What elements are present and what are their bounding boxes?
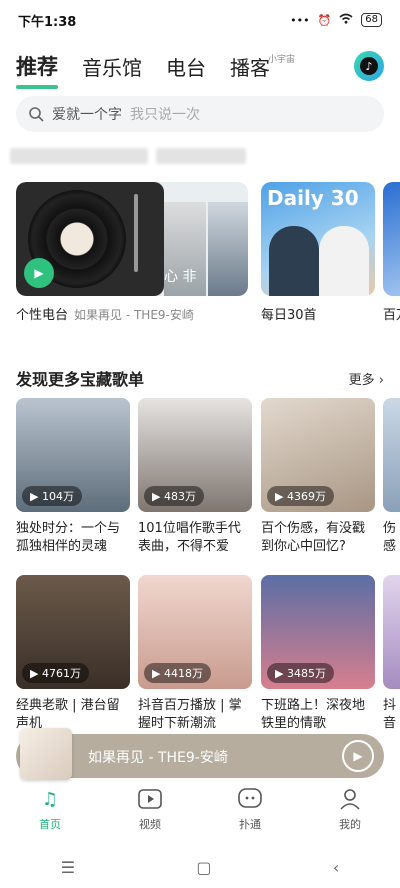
home-icon[interactable]: ▢ bbox=[196, 858, 211, 877]
artist-photo bbox=[269, 226, 319, 296]
daily-30-title: Daily 30 bbox=[267, 186, 359, 210]
personal-radio-song: 如果再见 - THE9-安崎 bbox=[74, 308, 194, 322]
playlist-card[interactable]: ▶ 4761万 经典老歌 | 港台留声机 bbox=[16, 575, 130, 733]
section-title: 发现更多宝藏歌单 bbox=[16, 370, 145, 389]
tab-putong[interactable]: 扑通 bbox=[200, 786, 300, 838]
system-nav-bar: ☰ ▢ ‹ bbox=[0, 846, 400, 888]
mini-player[interactable]: 如果再见 - THE9-安崎 ▶ bbox=[16, 728, 384, 780]
playlist-cover: ▶ 4418万 bbox=[138, 575, 252, 689]
play-count: 4418万 bbox=[163, 667, 203, 680]
blurred-banner bbox=[10, 148, 260, 170]
playlist-card[interactable]: ▶ 104万 独处时分：一个与孤独相伴的灵魂 bbox=[16, 398, 130, 556]
play-count: 4369万 bbox=[286, 490, 326, 503]
tab-mine[interactable]: 我的 bbox=[300, 786, 400, 838]
chat-bubble-icon bbox=[237, 786, 263, 812]
personal-radio-card[interactable]: 心 非 ▶ bbox=[16, 182, 248, 296]
personal-radio-title: 个性电台 bbox=[16, 308, 69, 323]
person-icon bbox=[337, 786, 363, 812]
search-hint-primary: 爱就一个字 bbox=[52, 107, 122, 123]
play-count-badge: ▶ 4369万 bbox=[267, 486, 334, 506]
playlist-card[interactable]: 伤感曾经 bbox=[383, 398, 400, 556]
tab-video[interactable]: 视频 bbox=[100, 786, 200, 838]
tab-recommend[interactable]: 推荐 bbox=[16, 51, 58, 89]
playlist-card[interactable]: ▶ 4369万 百个伤感，有没戳到你心中回忆? bbox=[261, 398, 375, 556]
more-dots-icon: ••• bbox=[290, 13, 310, 27]
next-featured-card[interactable] bbox=[383, 182, 400, 296]
playlist-name: 抖音百万播放 | 掌握时下新潮流 bbox=[138, 698, 242, 731]
music-recognize-button[interactable]: ♪ bbox=[354, 51, 384, 81]
search-placeholder: 我只说一次 bbox=[130, 107, 200, 123]
play-count: 4761万 bbox=[41, 667, 81, 680]
playlist-cover: ▶ 104万 bbox=[16, 398, 130, 512]
playlist-cover bbox=[383, 575, 400, 689]
playlist-name: 抖音M系 bbox=[383, 698, 397, 731]
artist-photo bbox=[319, 226, 369, 296]
more-link[interactable]: 更多 › bbox=[349, 369, 384, 388]
now-playing-title: 如果再见 - THE9-安崎 bbox=[88, 750, 228, 766]
back-icon[interactable]: ‹ bbox=[333, 858, 339, 877]
playlist-name: 下班路上！深夜地铁里的情歌 bbox=[261, 698, 366, 731]
play-count-badge: ▶ 104万 bbox=[22, 486, 82, 506]
tab-putong-label: 扑通 bbox=[239, 818, 261, 831]
tab-podcast[interactable]: 播客 bbox=[230, 52, 270, 81]
play-icon[interactable]: ▶ bbox=[24, 258, 54, 288]
cover-overlay-text: 心 非 bbox=[164, 269, 197, 285]
menu-icon[interactable]: ☰ bbox=[61, 858, 75, 877]
playlist-name: 伤感曾经 bbox=[383, 521, 397, 554]
playlist-name: 独处时分：一个与孤独相伴的灵魂 bbox=[16, 521, 121, 554]
play-count-badge: ▶ 3485万 bbox=[267, 663, 334, 683]
video-play-icon bbox=[137, 786, 163, 812]
podcast-brand-badge: 小宇宙 bbox=[268, 55, 296, 65]
now-playing-cover bbox=[20, 728, 72, 780]
playlist-name: 百个伤感，有没戳到你心中回忆? bbox=[261, 521, 366, 554]
more-label: 更多 bbox=[348, 372, 375, 388]
top-nav: 推荐 音乐馆 电台 播客 小宇宙 ♪ bbox=[16, 48, 384, 89]
chevron-right-icon: › bbox=[378, 372, 384, 388]
status-icons: ••• ⏰ 68 bbox=[290, 13, 382, 27]
play-count-badge: ▶ 483万 bbox=[144, 486, 204, 506]
playlist-cover: ▶ 3485万 bbox=[261, 575, 375, 689]
tab-music-hall[interactable]: 音乐馆 bbox=[82, 52, 142, 81]
play-count: 3485万 bbox=[286, 667, 326, 680]
playlist-cover: ▶ 4761万 bbox=[16, 575, 130, 689]
personal-radio-label: 个性电台 如果再见 - THE9-安崎 bbox=[16, 304, 194, 323]
status-time: 下午1:38 bbox=[18, 14, 77, 30]
artist-photo bbox=[208, 202, 248, 296]
tonearm-icon bbox=[134, 194, 138, 272]
play-count-badge: ▶ 4761万 bbox=[22, 663, 89, 683]
tab-home[interactable]: ♫ 首页 bbox=[0, 786, 100, 838]
tab-radio[interactable]: 电台 bbox=[166, 52, 206, 81]
playlist-cover: ▶ 483万 bbox=[138, 398, 252, 512]
section-header: 发现更多宝藏歌单 更多 › bbox=[16, 366, 384, 390]
play-icon: ▶ bbox=[353, 749, 363, 763]
alarm-icon: ⏰ bbox=[317, 13, 332, 27]
wifi-icon bbox=[339, 13, 353, 27]
playlist-card[interactable]: ▶ 483万 101位唱作歌手代表曲，不得不爱 bbox=[138, 398, 252, 556]
play-count-badge: ▶ 4418万 bbox=[144, 663, 211, 683]
tab-home-label: 首页 bbox=[39, 818, 61, 831]
play-count: 104万 bbox=[41, 490, 74, 503]
music-note-icon: ♫ bbox=[41, 788, 59, 810]
tab-video-label: 视频 bbox=[139, 818, 161, 831]
music-note-icon: ♪ bbox=[360, 57, 378, 75]
daily-30-card[interactable]: Daily 30 bbox=[261, 182, 375, 296]
featured-row: 心 非 ▶ Daily 30 个性电台 如果再见 - THE9-安崎 每日30首 … bbox=[16, 182, 400, 323]
search-icon bbox=[29, 107, 44, 122]
playlist-card[interactable]: ▶ 4418万 抖音百万播放 | 掌握时下新潮流 bbox=[138, 575, 252, 733]
playlist-cover bbox=[383, 398, 400, 512]
battery-icon: 68 bbox=[361, 13, 382, 27]
search-bar[interactable]: 爱就一个字 我只说一次 bbox=[16, 96, 384, 132]
playlist-card[interactable]: 抖音M系 bbox=[383, 575, 400, 733]
status-bar: 下午1:38 ••• ⏰ 68 bbox=[0, 0, 400, 40]
play-pause-button[interactable]: ▶ bbox=[342, 740, 374, 772]
bottom-tab-bar: ♫ 首页 视频 扑通 我的 bbox=[0, 786, 400, 838]
tab-mine-label: 我的 bbox=[339, 818, 361, 831]
next-featured-label: 百万 bbox=[383, 308, 400, 323]
play-count: 483万 bbox=[163, 490, 196, 503]
daily-30-label: 每日30首 bbox=[261, 308, 317, 323]
playlist-cover: ▶ 4369万 bbox=[261, 398, 375, 512]
playlist-name: 101位唱作歌手代表曲，不得不爱 bbox=[138, 521, 241, 554]
playlist-card[interactable]: ▶ 3485万 下班路上！深夜地铁里的情歌 bbox=[261, 575, 375, 733]
